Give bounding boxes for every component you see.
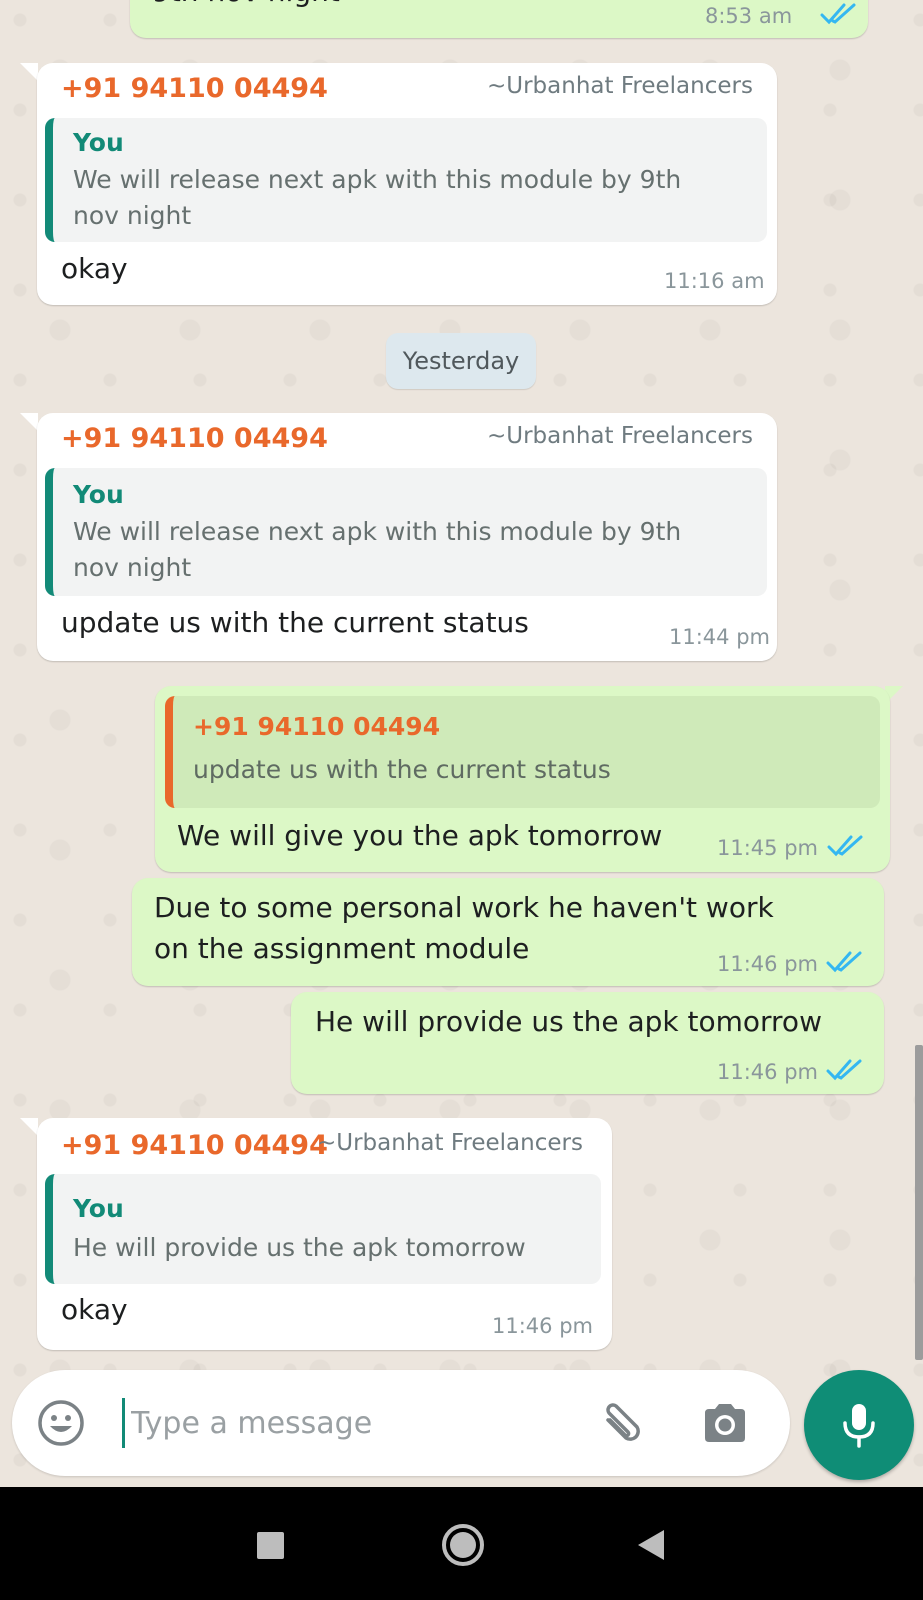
quoted-message[interactable]: You He will provide us the apk tomorrow [45,1174,601,1284]
quoted-message[interactable]: You We will release next apk with this m… [45,468,767,596]
sender-name: +91 94110 04494 [61,1130,328,1161]
quote-author: You [73,480,124,509]
quote-author: +91 94110 04494 [193,712,441,741]
quote-text: He will provide us the apk tomorrow [73,1233,526,1262]
quote-text: update us with the current status [193,755,611,784]
voice-record-button[interactable] [804,1370,914,1480]
message-text: He will provide us the apk tomorrow [315,1005,822,1038]
message-bubble-incoming[interactable]: +91 94110 04494 ~Urbanhat Freelancers Yo… [37,1118,612,1350]
sender-name: +91 94110 04494 [61,73,328,104]
bubble-tail [20,63,38,81]
quote-text-line: We will release next apk with this modul… [73,517,682,546]
group-name: ~Urbanhat Freelancers [317,1130,583,1156]
emoji-icon[interactable] [36,1398,86,1448]
system-navigation-bar [0,1487,923,1600]
message-time: 11:44 pm [669,625,770,649]
quote-text-line: nov night [73,201,192,230]
read-receipt-icon [827,835,863,857]
quoted-message[interactable]: You We will release next apk with this m… [45,118,767,242]
chat-area[interactable]: 9th nov night 8:53 am +91 94110 04494 ~U… [0,0,923,1487]
message-input[interactable] [122,1398,582,1448]
recents-icon[interactable] [257,1532,284,1559]
bubble-tail [20,413,38,431]
back-icon[interactable] [636,1528,666,1562]
microphone-icon [843,1404,875,1448]
message-bubble-incoming[interactable]: +91 94110 04494 ~Urbanhat Freelancers Yo… [37,413,777,661]
message-bubble-incoming[interactable]: +91 94110 04494 ~Urbanhat Freelancers Yo… [37,63,777,305]
read-receipt-icon [820,3,856,25]
message-time: 11:46 pm [717,1060,818,1084]
camera-icon[interactable] [700,1398,750,1448]
message-text: okay [61,1293,128,1326]
message-text: We will give you the apk tomorrow [177,819,663,852]
message-time: 11:16 am [664,269,765,293]
quote-author: You [73,128,124,157]
message-composer [12,1370,790,1476]
read-receipt-icon [826,1059,862,1081]
message-bubble-outgoing[interactable]: Due to some personal work he haven't wor… [132,878,884,986]
message-bubble-outgoing[interactable]: 9th nov night 8:53 am [130,0,868,38]
message-time: 11:46 pm [717,952,818,976]
message-text-line: on the assignment module [154,932,530,965]
quote-text-line: We will release next apk with this modul… [73,165,682,194]
message-text: update us with the current status [61,606,529,639]
message-time: 8:53 am [705,4,793,28]
message-bubble-outgoing[interactable]: He will provide us the apk tomorrow 11:4… [291,992,884,1094]
message-text: okay [61,252,128,285]
paperclip-icon[interactable] [596,1398,646,1448]
read-receipt-icon [826,951,862,973]
sender-name: +91 94110 04494 [61,423,328,454]
message-bubble-outgoing[interactable]: +91 94110 04494 update us with the curre… [155,686,890,872]
message-text-line: Due to some personal work he haven't wor… [154,891,774,924]
message-text: 9th nov night [152,0,340,12]
group-name: ~Urbanhat Freelancers [487,423,753,449]
date-divider: Yesterday [386,333,536,389]
quoted-message[interactable]: +91 94110 04494 update us with the curre… [165,696,880,808]
message-time: 11:45 pm [717,836,818,860]
home-icon[interactable] [440,1522,486,1568]
quote-text-line: nov night [73,553,192,582]
group-name: ~Urbanhat Freelancers [487,73,753,99]
scrollbar[interactable] [915,1045,923,1360]
quote-author: You [73,1194,124,1223]
bubble-tail [20,1118,38,1136]
message-time: 11:46 pm [492,1314,593,1338]
